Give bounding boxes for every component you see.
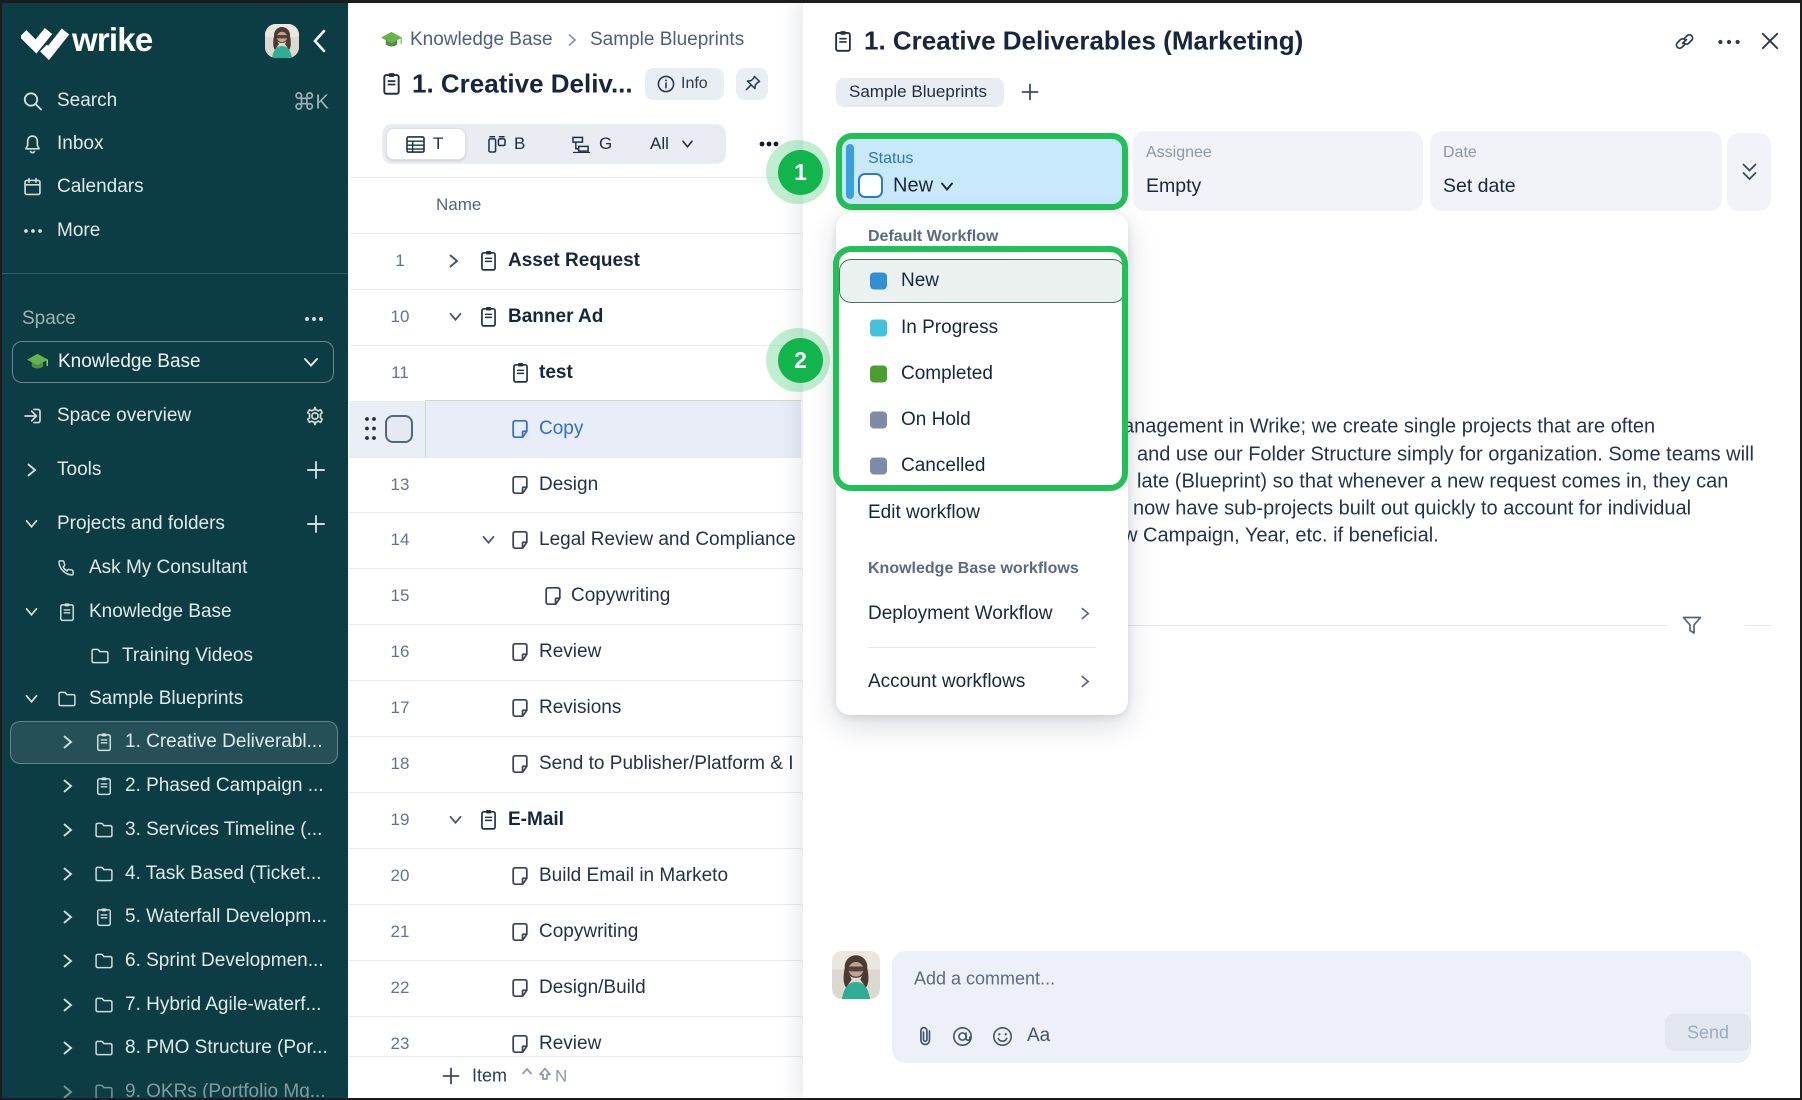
- svg-text:wrike: wrike: [71, 21, 153, 58]
- svg-text:N: N: [555, 1067, 567, 1086]
- svg-text:K: K: [316, 92, 330, 113]
